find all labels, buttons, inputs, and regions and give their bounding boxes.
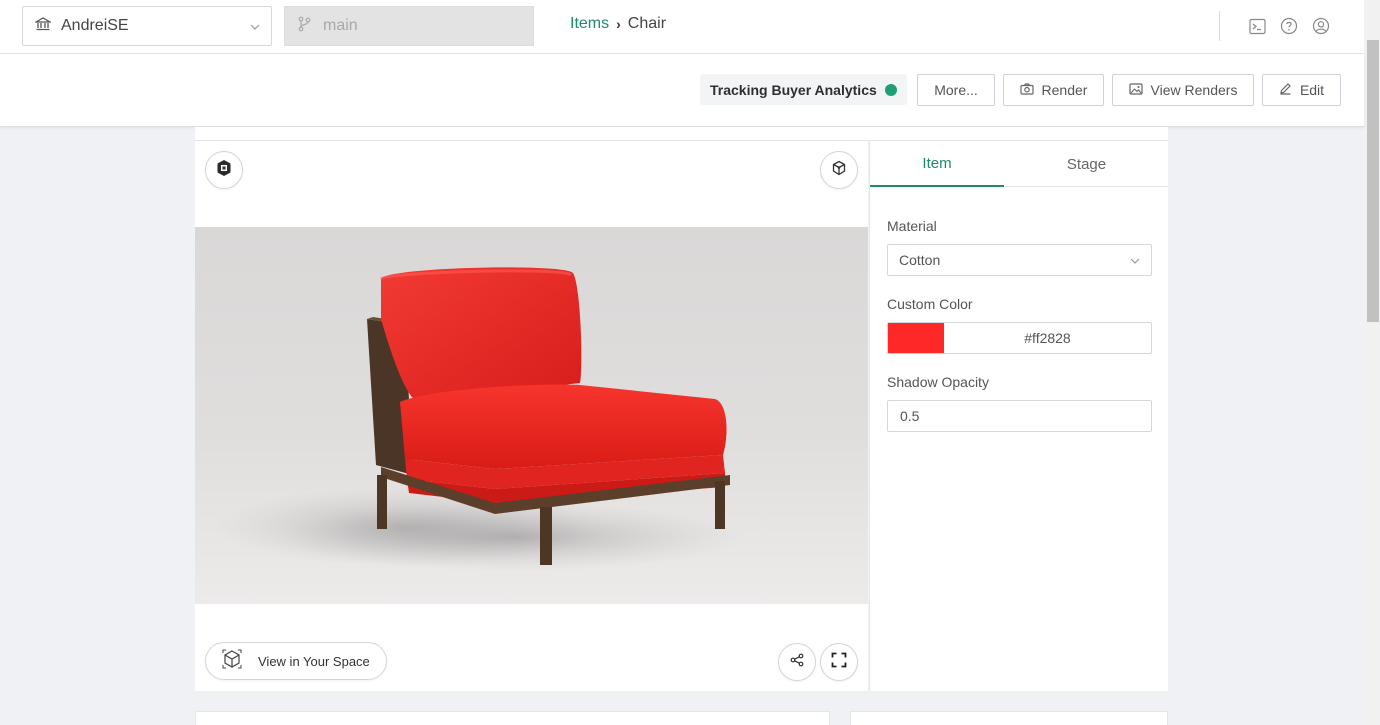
image-icon bbox=[1128, 82, 1143, 98]
breadcrumb-items-link[interactable]: Items bbox=[570, 15, 609, 33]
more-button[interactable]: More... bbox=[917, 74, 995, 106]
view-in-your-space-label: View in Your Space bbox=[258, 653, 370, 669]
tracking-label: Tracking Buyer Analytics bbox=[710, 81, 877, 98]
pencil-icon bbox=[1279, 82, 1292, 98]
chevron-down-icon bbox=[1129, 254, 1141, 270]
status-dot bbox=[884, 83, 897, 96]
shadow-opacity-input[interactable]: 0.5 bbox=[887, 400, 1152, 432]
render-button-label: Render bbox=[1041, 82, 1088, 98]
branch-select[interactable]: main bbox=[284, 6, 534, 46]
camera-icon bbox=[1019, 82, 1034, 98]
top-nav: AndreiSE main Items › Chair bbox=[0, 0, 1364, 54]
color-hex-value: #ff2828 bbox=[1024, 330, 1071, 346]
action-bar: Tracking Buyer Analytics More... Render … bbox=[0, 54, 1364, 127]
tracking-status-badge: Tracking Buyer Analytics bbox=[700, 74, 907, 105]
color-swatch[interactable] bbox=[888, 323, 944, 353]
scrollbar-thumb[interactable] bbox=[1367, 40, 1379, 322]
shadow-opacity-label: Shadow Opacity bbox=[887, 374, 989, 390]
edit-button[interactable]: Edit bbox=[1262, 74, 1341, 106]
fullscreen-icon bbox=[831, 652, 847, 673]
branch-name: main bbox=[323, 17, 358, 34]
material-label: Material bbox=[887, 218, 937, 234]
content-top-strip bbox=[195, 127, 1168, 141]
bottom-card-left bbox=[195, 711, 830, 725]
custom-color-input[interactable]: #ff2828 bbox=[887, 322, 1152, 354]
render-button[interactable]: Render bbox=[1003, 74, 1104, 106]
shadow-opacity-value: 0.5 bbox=[900, 408, 920, 424]
material-value: Cotton bbox=[899, 252, 941, 268]
material-select[interactable]: Cotton bbox=[887, 244, 1152, 276]
view-renders-button-label: View Renders bbox=[1150, 82, 1238, 98]
panel-tabs: Item Stage bbox=[870, 141, 1169, 187]
breadcrumb-current: Chair bbox=[627, 15, 667, 32]
bank-icon bbox=[33, 16, 53, 37]
cube-icon bbox=[831, 160, 847, 181]
org-name: AndreiSE bbox=[61, 17, 129, 34]
edit-button-label: Edit bbox=[1299, 82, 1325, 98]
terminal-icon[interactable] bbox=[1248, 17, 1266, 35]
share-button[interactable] bbox=[778, 643, 816, 681]
tab-item[interactable]: Item bbox=[870, 141, 1004, 187]
share-icon bbox=[790, 653, 804, 672]
custom-color-label: Custom Color bbox=[887, 296, 973, 312]
fullscreen-button[interactable] bbox=[820, 643, 858, 681]
cube-3d-button[interactable] bbox=[820, 151, 858, 189]
ar-qr-button[interactable] bbox=[205, 151, 243, 189]
tab-stage[interactable]: Stage bbox=[1004, 141, 1169, 187]
bottom-card-right bbox=[850, 711, 1168, 725]
ar-box-icon bbox=[216, 159, 232, 182]
product-render bbox=[195, 227, 868, 604]
help-icon[interactable] bbox=[1280, 17, 1298, 35]
ar-cube-icon bbox=[222, 649, 242, 674]
branch-icon bbox=[297, 16, 311, 37]
3d-viewer[interactable]: View in Your Space bbox=[195, 141, 868, 691]
item-settings-panel: Item Stage Material Cotton Custom Color … bbox=[869, 141, 1169, 691]
chair-image bbox=[215, 267, 745, 571]
chevron-right-icon: › bbox=[616, 16, 621, 32]
more-button-label: More... bbox=[934, 82, 978, 98]
breadcrumb: Items › Chair bbox=[570, 15, 666, 33]
nav-divider bbox=[1219, 11, 1220, 41]
user-account-icon[interactable] bbox=[1312, 17, 1330, 35]
chevron-down-icon bbox=[249, 20, 261, 38]
view-renders-button[interactable]: View Renders bbox=[1112, 74, 1254, 106]
view-in-your-space-button[interactable]: View in Your Space bbox=[205, 642, 387, 680]
org-select[interactable]: AndreiSE bbox=[22, 6, 272, 46]
